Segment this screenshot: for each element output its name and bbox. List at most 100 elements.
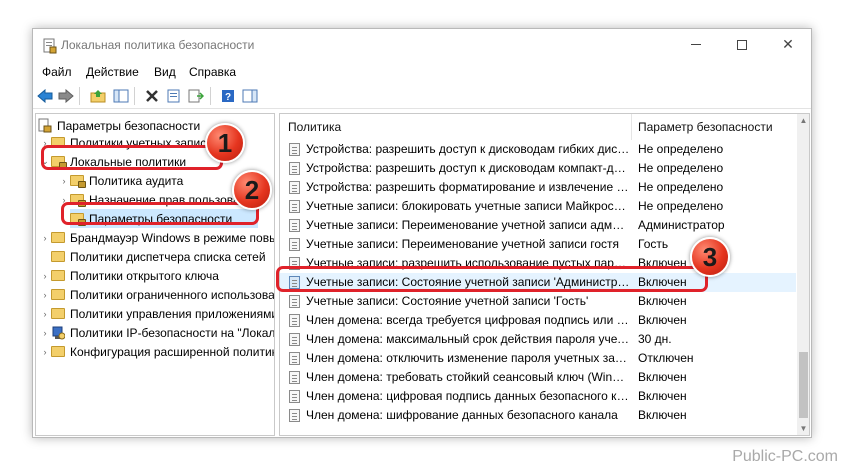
tree-item-label: Политики управления приложениями [70,306,275,321]
tree-item-software-restriction[interactable]: › Политики ограниченного использования п… [39,285,275,304]
tree-item-label: Брандмауэр Windows в режиме повышенной б… [70,230,274,245]
policy-row[interactable]: Учетные записи: блокировать учетные запи… [280,197,796,216]
policy-name: Устройства: разрешить доступ к дисковода… [306,142,630,156]
delete-icon[interactable] [143,87,161,105]
minimize-icon [691,44,701,45]
scroll-up-arrow-icon[interactable]: ▲ [797,114,809,127]
export-list-icon[interactable] [187,87,205,105]
column-header-label: Параметр безопасности [638,120,773,134]
help-icon[interactable]: ? [219,87,237,105]
policy-row[interactable]: Член домена: всегда требуется цифровая п… [280,311,796,330]
policy-row[interactable]: Член домена: отключить изменение пароля … [280,349,796,368]
annotation-badge-2: 2 [232,170,272,210]
policy-name: Устройства: разрешить доступ к дисковода… [306,161,630,175]
title-bar[interactable]: Локальная политика безопасности ✕ [33,29,811,61]
policy-row[interactable]: Член домена: требовать стойкий сеансовый… [280,368,796,387]
policy-row[interactable]: Устройства: разрешить форматирование и и… [280,178,796,197]
chevron-right-icon[interactable]: › [39,328,51,338]
policy-icon [289,295,300,308]
policy-value: Включен [638,408,687,422]
tree-item-advanced-audit[interactable]: › Конфигурация расширенной политики ауди… [39,342,275,361]
show-hide-tree-icon[interactable] [112,87,130,105]
toolbar-separator [210,87,211,105]
policy-icon [289,200,300,213]
annotation-badge-3: 3 [690,237,730,277]
policy-icon [289,390,300,403]
policy-name: Член домена: максимальный срок действия … [306,332,630,346]
folder-icon [51,289,65,300]
column-header-policy[interactable]: Политика [288,114,341,140]
properties-icon[interactable] [165,87,183,105]
chevron-right-icon[interactable]: › [39,290,51,300]
policy-name: Учетные записи: Состояние учетной записи… [306,294,589,308]
folder-lock-icon [70,175,86,188]
vertical-scrollbar[interactable]: ▲ ▼ [797,114,809,435]
policy-icon [289,162,300,175]
chevron-right-icon[interactable]: › [58,176,70,186]
annotation-badge-1: 1 [205,123,245,163]
close-button[interactable]: ✕ [765,29,811,60]
tree-item-label: Политики IP-безопасности на "Локальный к… [70,325,275,340]
policy-name: Член домена: требовать стойкий сеансовый… [306,370,630,384]
minimize-button[interactable] [673,29,719,60]
scroll-down-arrow-icon[interactable]: ▼ [797,422,809,435]
policy-row[interactable]: Учетные записи: Переименование учетной з… [280,216,796,235]
policy-row[interactable]: Устройства: разрешить доступ к дисковода… [280,159,796,178]
policy-name: Член домена: всегда требуется цифровая п… [306,313,630,327]
policy-value: Не определено [638,161,724,175]
up-folder-icon[interactable] [89,87,107,105]
policy-row[interactable]: Член домена: цифровая подпись данных без… [280,387,796,406]
policy-value: Отключен [638,351,694,365]
chevron-right-icon[interactable]: › [39,271,51,281]
policy-row[interactable]: Член домена: максимальный срок действия … [280,330,796,349]
forward-arrow-icon[interactable] [57,87,75,105]
maximize-button[interactable] [719,29,765,60]
policy-icon [289,409,300,422]
window-title: Локальная политика безопасности [61,38,255,52]
column-header-setting[interactable]: Параметр безопасности [638,114,773,140]
policy-value: Включен [638,294,687,308]
menu-help[interactable]: Справка [189,65,236,79]
policy-name: Член домена: шифрование данных безопасно… [306,408,618,422]
policy-icon [289,238,300,251]
chevron-right-icon[interactable]: › [39,309,51,319]
tree-item-ip-security[interactable]: › Политики IP-безопасности на "Локальный… [39,323,275,342]
tree-item-audit-policy[interactable]: › Политика аудита [58,171,183,190]
watermark: Public-PC.com [732,448,838,465]
chevron-right-icon[interactable]: › [39,347,51,357]
callout-outline-2 [61,202,259,225]
back-arrow-icon[interactable] [36,87,54,105]
scrollbar-thumb[interactable] [799,352,808,418]
column-divider[interactable] [631,114,632,140]
tree-item-label: Политики ограниченного использования про… [70,287,275,302]
policy-icon [289,352,300,365]
toolbar-separator [79,87,80,105]
callout-outline-3 [276,266,708,292]
policy-value: Администратор [638,218,725,232]
policy-value: Не определено [638,142,724,156]
tree-item-network-list-manager[interactable]: Политики диспетчера списка сетей [39,247,266,266]
tree-item-applocker[interactable]: › Политики управления приложениями [39,304,275,323]
policy-icon [289,314,300,327]
policy-value: Гость [638,237,669,251]
tree-item-label: Политики открытого ключа [70,268,219,283]
tree-item-windows-firewall[interactable]: › Брандмауэр Windows в режиме повышенной… [39,228,275,247]
security-policy-app-icon [43,38,57,54]
policy-row[interactable]: Устройства: разрешить доступ к дисковода… [280,140,796,159]
policy-value: 30 дн. [638,332,672,346]
chevron-right-icon[interactable]: › [39,233,51,243]
policy-row[interactable]: Член домена: шифрование данных безопасно… [280,406,796,425]
tree-item-public-key[interactable]: › Политики открытого ключа [39,266,219,285]
policy-icon [289,219,300,232]
menu-file[interactable]: Файл [42,65,72,79]
policy-icon [289,371,300,384]
action-pane-icon[interactable] [241,87,259,105]
menu-action[interactable]: Действие [86,65,139,79]
policy-name: Учетные записи: Переименование учетной з… [306,218,630,232]
policy-icon [289,181,300,194]
tree-item-label: Конфигурация расширенной политики аудита [70,344,274,359]
folder-icon [51,251,65,262]
menu-view[interactable]: Вид [154,65,176,79]
policy-row[interactable]: Учетные записи: Состояние учетной записи… [280,292,796,311]
callout-outline-1 [41,145,223,170]
